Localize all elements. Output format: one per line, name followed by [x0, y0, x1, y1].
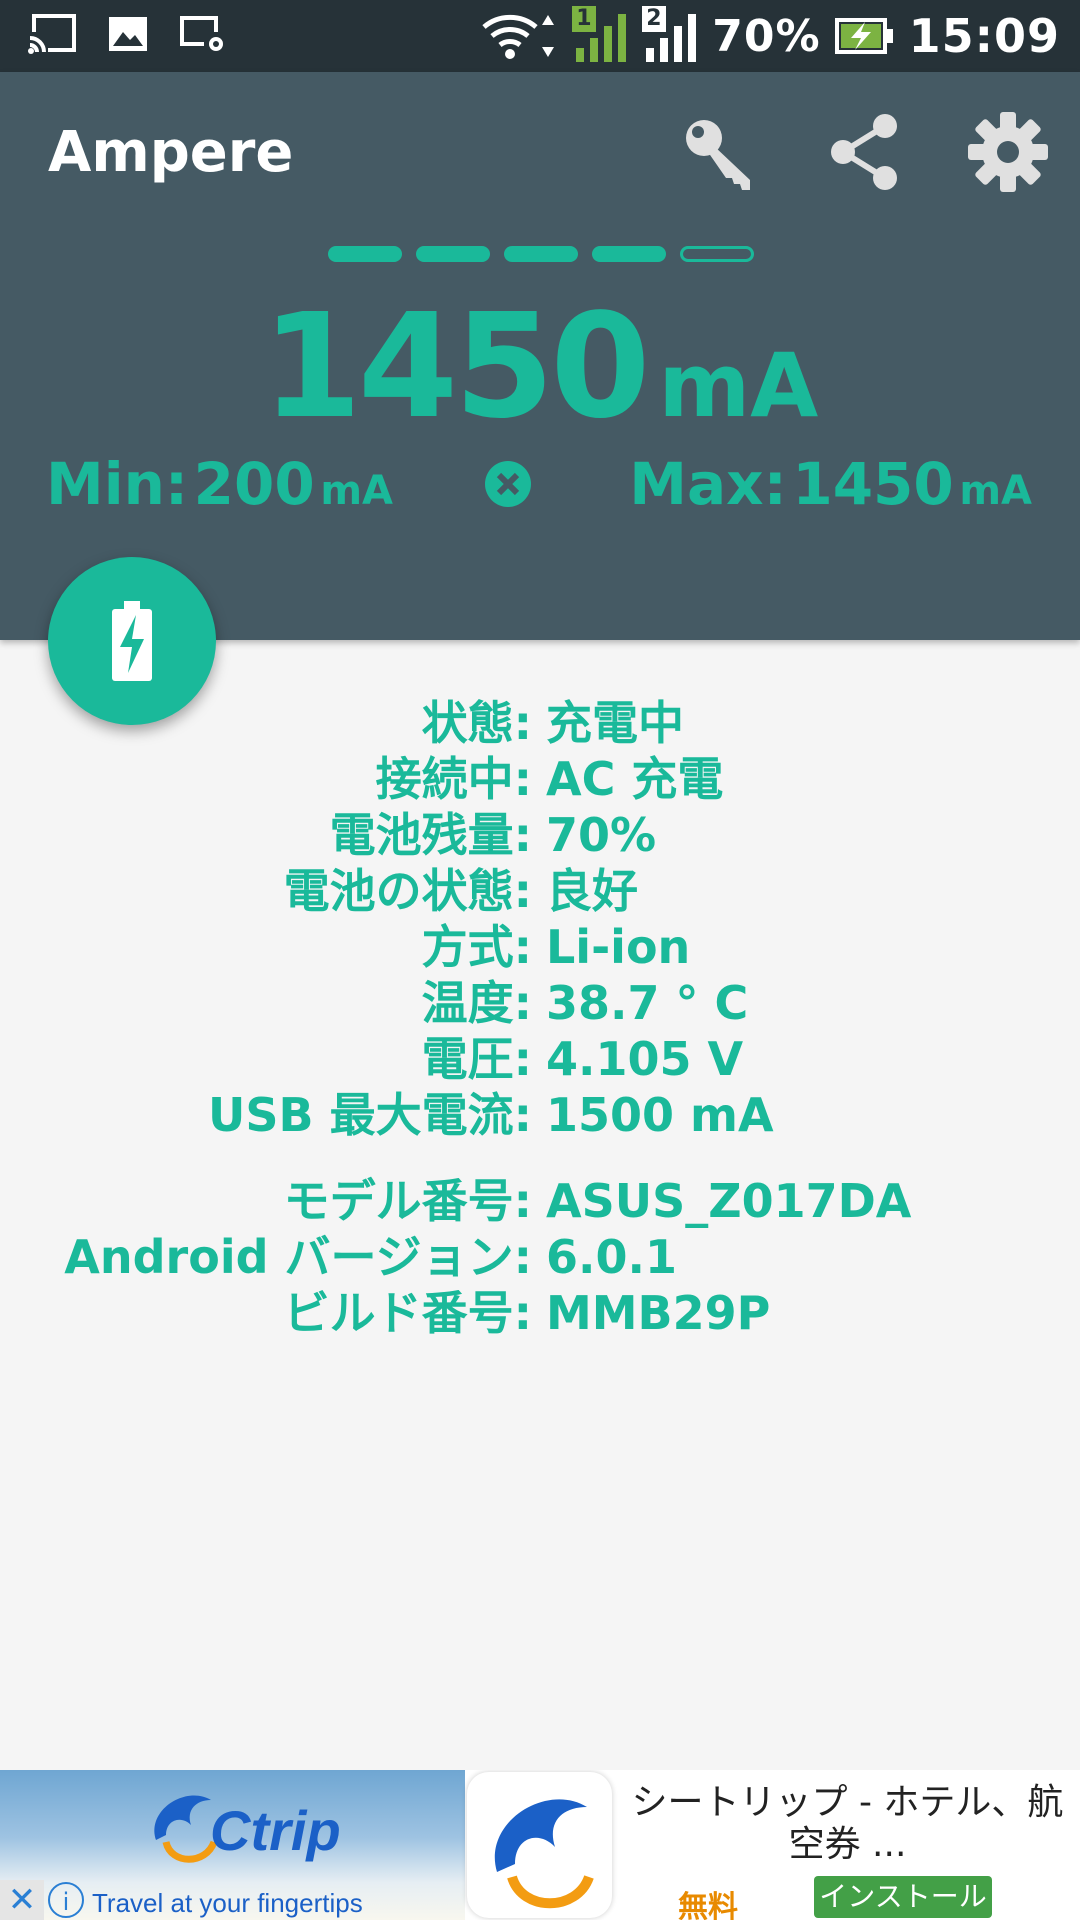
meter-header: Ampere 1450 mA Min: 200 mA Max: 1450 mA: [0, 72, 1080, 640]
ad-install-button[interactable]: インストール: [814, 1876, 992, 1918]
info-label: 電圧:: [421, 1032, 532, 1086]
info-label: 温度:: [421, 976, 532, 1030]
min-unit: mA: [320, 468, 393, 514]
info-value: 38.7 ° C: [546, 976, 749, 1030]
battery-charging-icon: [834, 18, 893, 54]
battery-info-list: 状態: 充電中 接続中: AC 充電 電池残量: 70% 電池の状態: 良好 方式: Li-ion…: [0, 695, 1080, 1341]
info-row: 温度: 38.7 ° C: [0, 975, 1080, 1031]
signal-sim2-icon: 2: [642, 6, 698, 64]
info-label: 電池の状態:: [283, 864, 532, 918]
info-value: Li-ion: [546, 920, 691, 974]
info-value: AC 充電: [546, 752, 724, 806]
level-bar: [680, 246, 754, 262]
info-label: 電池残量:: [329, 808, 532, 862]
reset-minmax-icon[interactable]: [484, 460, 532, 508]
ad-app-icon[interactable]: [467, 1772, 612, 1918]
info-value: 6.0.1: [546, 1230, 677, 1284]
min-value: 200: [193, 450, 315, 518]
ad-info-icon[interactable]: i: [48, 1882, 84, 1918]
ad-price: 無料: [678, 1890, 738, 1920]
key-icon[interactable]: [680, 112, 760, 192]
info-label: USB 最大電流:: [208, 1088, 532, 1142]
ad-title[interactable]: シートリップ - ホテル、航空券 ...: [625, 1782, 1070, 1866]
settings-icon[interactable]: [968, 112, 1048, 192]
level-bar: [416, 246, 490, 262]
info-row: Android バージョン: 6.0.1: [0, 1229, 1080, 1285]
max-unit: mA: [959, 468, 1032, 514]
info-value: ASUS_Z017DA: [546, 1174, 912, 1228]
info-value: 70%: [546, 808, 657, 862]
image-icon: [109, 17, 147, 51]
battery-charging-icon: [112, 601, 152, 681]
min-reading: Min: 200 mA: [46, 450, 393, 518]
ad-close-button[interactable]: ✕: [0, 1880, 44, 1920]
level-bar: [328, 246, 402, 262]
info-label: Android バージョン:: [64, 1230, 532, 1284]
info-row: 状態: 充電中: [0, 695, 1080, 751]
signal-sim1-icon: 1: [572, 6, 628, 64]
ad-banner[interactable]: Ctrip Travel at your fingertips ✕ i シートリ…: [0, 1770, 1080, 1920]
info-row: USB 最大電流: 1500 mA: [0, 1087, 1080, 1143]
cast-icon: [28, 14, 76, 54]
level-bar: [504, 246, 578, 262]
app-title: Ampere: [48, 120, 294, 185]
max-value: 1450: [792, 450, 954, 518]
info-label: モデル番号:: [283, 1174, 532, 1228]
current-reading: 1450 mA: [0, 282, 1080, 450]
info-value: 1500 mA: [546, 1088, 774, 1142]
info-value: 充電中: [546, 696, 684, 750]
info-label: ビルド番号:: [283, 1286, 532, 1340]
level-bar: [592, 246, 666, 262]
share-icon[interactable]: [825, 112, 905, 192]
wifi-icon: [482, 14, 555, 59]
info-row: 接続中: AC 充電: [0, 751, 1080, 807]
max-reading: Max: 1450 mA: [629, 450, 1032, 518]
current-value: 1450: [261, 282, 651, 450]
info-label: 状態:: [421, 696, 532, 750]
info-label: 接続中:: [375, 752, 532, 806]
status-bar: 1 2 70% 15:09: [0, 0, 1080, 72]
info-value: MMB29P: [546, 1286, 771, 1340]
level-indicator: [328, 246, 754, 262]
info-row: 方式: Li-ion: [0, 919, 1080, 975]
battery-percent: 70%: [712, 10, 821, 62]
info-label: 方式:: [421, 920, 532, 974]
info-value: 良好: [546, 864, 638, 918]
clock: 15:09: [908, 9, 1060, 63]
info-row: 電池残量: 70%: [0, 807, 1080, 863]
info-row: ビルド番号: MMB29P: [0, 1285, 1080, 1341]
max-label: Max:: [629, 450, 787, 518]
min-label: Min:: [46, 450, 189, 518]
dolphin-app-icon: [494, 1799, 594, 1909]
screen-settings-icon: [180, 16, 228, 54]
current-unit: mA: [658, 334, 819, 437]
info-row: 電圧: 4.105 V: [0, 1031, 1080, 1087]
info-row: モデル番号: ASUS_Z017DA: [0, 1173, 1080, 1229]
info-value: 4.105 V: [546, 1032, 744, 1086]
ad-tagline: Travel at your fingertips: [92, 1888, 363, 1918]
info-row: 電池の状態: 良好: [0, 863, 1080, 919]
ad-brand: Ctrip: [210, 1799, 341, 1862]
